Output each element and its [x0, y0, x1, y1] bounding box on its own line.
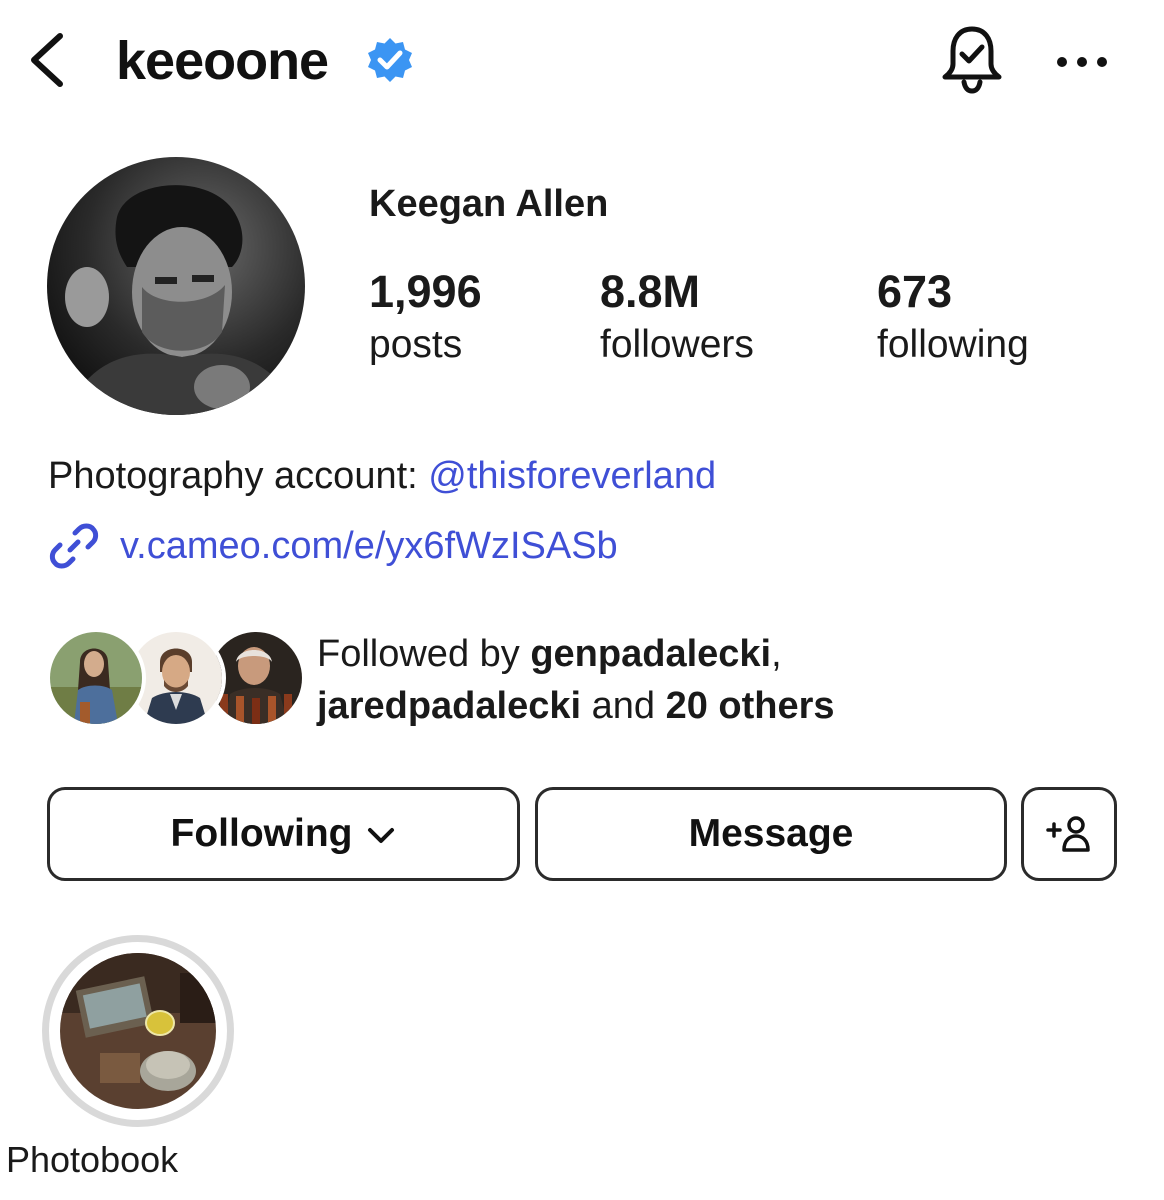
chevron-down-icon [368, 828, 395, 843]
add-user-icon [1046, 816, 1090, 852]
following-button[interactable]: Following [47, 787, 520, 881]
back-button[interactable] [22, 28, 72, 92]
posts-label: posts [369, 323, 463, 366]
more-horizontal-icon [1057, 57, 1107, 67]
link-icon [49, 523, 99, 569]
posts-stat[interactable]: 1,996 posts [369, 264, 482, 370]
notification-bell-check-icon [942, 26, 1002, 94]
followed-by-prefix: Followed by [317, 633, 531, 675]
profile-photo [47, 157, 305, 415]
chevron-left-icon [31, 33, 63, 87]
external-link[interactable]: v.cameo.com/e/yx6fWzISASb [48, 520, 618, 572]
profile-username: keeoone [116, 31, 329, 91]
highlight-cover [60, 953, 216, 1109]
followed-by-text[interactable]: Followed by genpadalecki, jaredpadalecki … [317, 628, 835, 732]
comma: , [771, 633, 782, 675]
followers-count: 8.8M [600, 266, 701, 317]
bio-prefix: Photography account: [48, 455, 429, 497]
followers-stat[interactable]: 8.8M followers [600, 264, 754, 370]
message-button-label: Message [688, 812, 854, 855]
following-stat[interactable]: 673 following [877, 264, 1029, 370]
add-user-button[interactable] [1021, 787, 1117, 881]
more-options-button[interactable] [1052, 44, 1112, 80]
bio-text: Photography account: @thisforeverland [48, 452, 716, 500]
mutual-avatar [46, 628, 146, 728]
posts-count: 1,996 [369, 266, 482, 317]
notifications-button[interactable] [937, 20, 1007, 98]
bio-mention-link[interactable]: @thisforeverland [428, 455, 716, 497]
message-button[interactable]: Message [535, 787, 1007, 881]
mutual-user-2: jaredpadalecki [317, 685, 582, 727]
following-count: 673 [877, 266, 953, 317]
profile-avatar[interactable] [47, 157, 305, 415]
following-label: following [877, 323, 1029, 366]
verified-badge-icon [368, 38, 412, 82]
following-button-label: Following [170, 812, 353, 855]
mutual-others-count: 20 others [665, 685, 835, 727]
external-link-text: v.cameo.com/e/yx6fWzISASb [120, 525, 618, 567]
mutual-user-1: genpadalecki [530, 633, 772, 675]
and-text: and [581, 685, 666, 727]
profile-header: keeoone [0, 0, 1164, 125]
followers-label: followers [600, 323, 754, 366]
display-name: Keegan Allen [369, 183, 609, 225]
highlight-label: Photobook [6, 1139, 179, 1180]
mutual-followers-avatars[interactable] [46, 628, 306, 730]
